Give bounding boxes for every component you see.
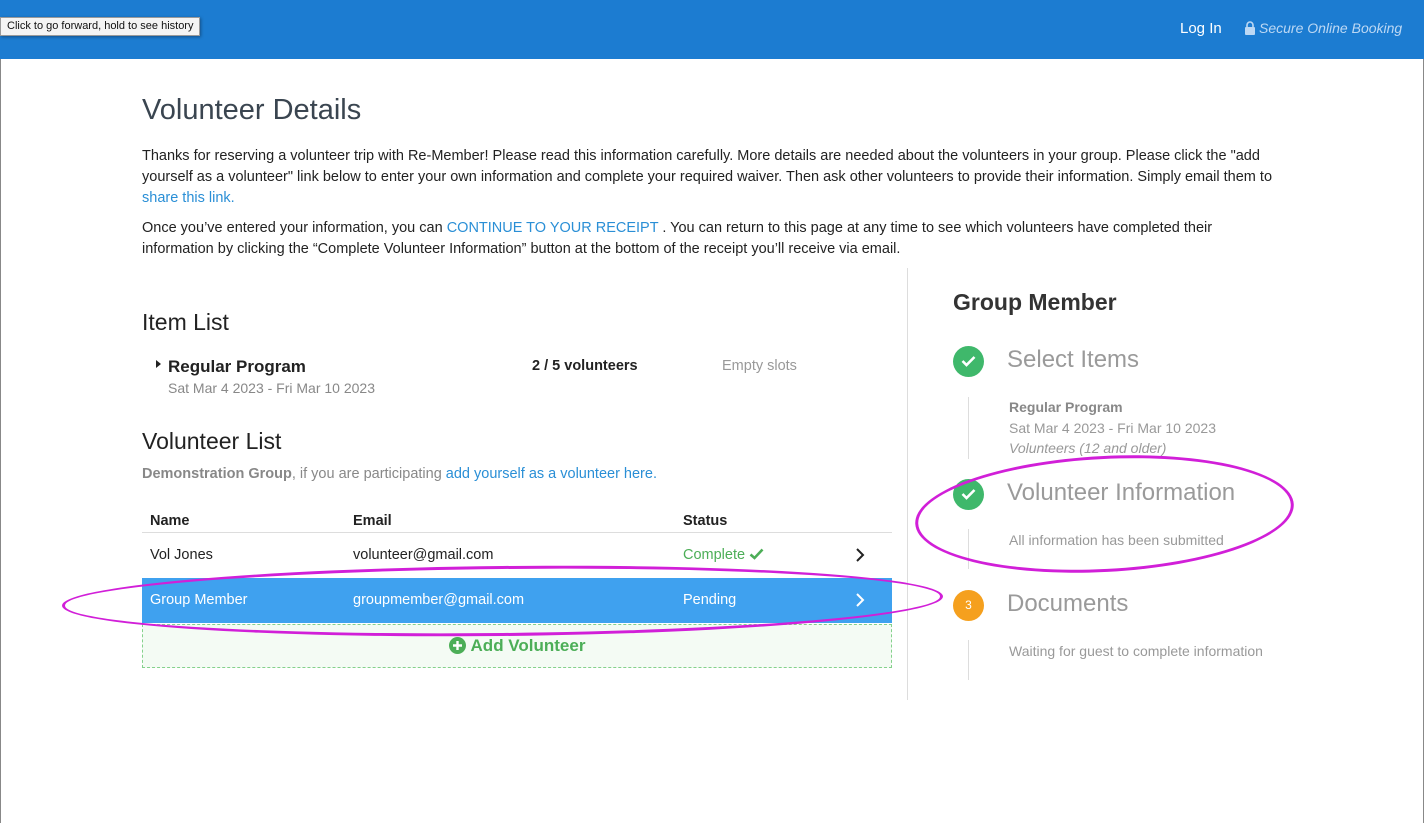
column-header-email: Email — [353, 513, 392, 529]
item-volunteer-count: 2 / 5 volunteers — [532, 358, 638, 374]
volunteer-table: Name Email Status Vol Jones volunteer@gm… — [142, 500, 892, 623]
item-name: Regular Program — [168, 357, 306, 376]
secure-booking-label: Secure Online Booking — [1244, 20, 1402, 36]
volunteer-email: volunteer@gmail.com — [353, 547, 494, 563]
selected-item-name: Regular Program — [1009, 399, 1123, 415]
add-volunteer-button[interactable]: Add Volunteer — [142, 624, 892, 668]
table-row-selected[interactable]: Group Member groupmember@gmail.com Pendi… — [142, 578, 892, 623]
volunteer-status: Complete — [683, 547, 764, 563]
item-empty-slots: Empty slots — [722, 358, 797, 374]
intro-paragraph-1: Thanks for reserving a volunteer trip wi… — [142, 146, 1287, 209]
step-connector — [968, 397, 969, 459]
step-documents: Documents — [1007, 590, 1129, 617]
top-navbar: Re-Member Log In Secure Online Booking — [0, 0, 1424, 59]
intro-paragraph-2: Once you’ve entered your information, yo… — [142, 218, 1287, 260]
chevron-right-icon[interactable] — [854, 547, 866, 563]
checkmark-icon — [749, 548, 764, 560]
table-row[interactable]: Vol Jones volunteer@gmail.com Complete — [142, 533, 892, 578]
continue-to-receipt-link[interactable]: CONTINUE TO YOUR RECEIPT — [447, 220, 659, 236]
column-divider — [907, 268, 908, 700]
item-row: Regular Program Sat Mar 4 2023 - Fri Mar… — [142, 355, 892, 399]
share-link[interactable]: share this link. — [142, 190, 235, 206]
item-count-rest: / 5 volunteers — [540, 358, 638, 374]
step-complete-icon — [953, 346, 984, 377]
step-documents-note: Waiting for guest to complete informatio… — [1009, 643, 1263, 659]
check-icon — [961, 356, 976, 367]
volunteer-name: Group Member — [150, 592, 248, 608]
table-header: Name Email Status — [142, 500, 892, 533]
selected-item-note: Volunteers (12 and older) — [1009, 440, 1167, 456]
step-volunteer-information: Volunteer Information — [1007, 479, 1236, 506]
group-name: Demonstration Group — [142, 466, 292, 482]
chevron-right-icon[interactable] — [854, 592, 866, 608]
status-text: Complete — [683, 547, 746, 563]
selected-item-dates: Sat Mar 4 2023 - Fri Mar 10 2023 — [1009, 419, 1216, 436]
step-select-items: Select Items — [1007, 346, 1140, 373]
column-header-name: Name — [150, 513, 190, 529]
item-dates: Sat Mar 4 2023 - Fri Mar 10 2023 — [168, 380, 375, 396]
step-select-items-details: Regular Program Sat Mar 4 2023 - Fri Mar… — [1009, 397, 1216, 459]
lock-icon — [1245, 21, 1255, 35]
add-volunteer-label: Add Volunteer — [470, 636, 586, 655]
intro-text-1: Thanks for reserving a volunteer trip wi… — [142, 148, 1273, 185]
volunteer-status: Pending — [683, 592, 737, 608]
step-connector — [968, 529, 969, 569]
step-connector — [968, 640, 969, 680]
secure-booking-text: Secure Online Booking — [1259, 20, 1403, 36]
intro-text-2a: Once you’ve entered your information, yo… — [142, 220, 443, 236]
volunteer-email: groupmember@gmail.com — [353, 592, 525, 608]
group-text: , if you are participating — [291, 466, 442, 482]
step-volunteer-information-note: All information has been submitted — [1009, 532, 1224, 548]
login-link[interactable]: Log In — [1180, 20, 1222, 37]
page-title: Volunteer Details — [142, 94, 362, 126]
plus-circle-icon — [448, 637, 466, 654]
volunteer-name: Vol Jones — [150, 547, 213, 563]
item-count-current: 2 — [532, 358, 541, 374]
browser-tooltip: Click to go forward, hold to see history — [0, 17, 201, 36]
step-complete-icon — [953, 479, 984, 510]
group-member-title: Group Member — [953, 289, 1117, 315]
volunteer-list-title: Volunteer List — [142, 428, 282, 454]
add-yourself-link[interactable]: add yourself as a volunteer here. — [446, 466, 657, 482]
group-info-line: Demonstration Group, if you are particip… — [142, 466, 657, 482]
item-list-title: Item List — [142, 309, 229, 335]
expand-caret-icon[interactable] — [156, 360, 161, 368]
step-number-badge: 3 — [953, 590, 984, 621]
intro-text: Thanks for reserving a volunteer trip wi… — [142, 146, 1287, 269]
check-icon — [961, 489, 976, 500]
column-header-status: Status — [683, 513, 728, 529]
